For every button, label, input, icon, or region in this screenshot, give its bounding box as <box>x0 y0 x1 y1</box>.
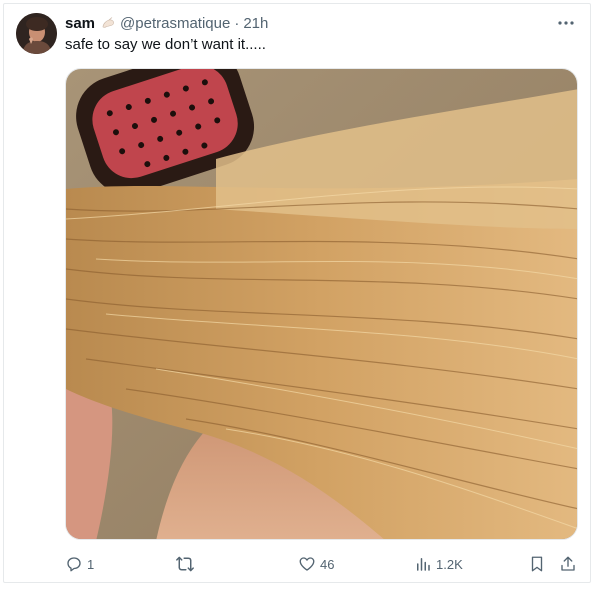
tweet-media-photo[interactable] <box>65 68 578 540</box>
avatar-image <box>16 13 57 54</box>
avatar[interactable] <box>16 13 57 54</box>
tweet-text: safe to say we don’t want it..... <box>65 36 266 53</box>
bookmark-icon <box>528 555 546 573</box>
share-icon <box>559 555 577 573</box>
timestamp[interactable]: 21h <box>243 14 268 33</box>
retweet-icon <box>175 555 195 573</box>
bar-chart-icon <box>414 555 432 573</box>
reply-icon <box>65 555 83 573</box>
tweet-header: sam @petrasmatique · 21h <box>65 14 268 33</box>
reply-count: 1 <box>87 556 95 572</box>
view-count: 1.2K <box>436 556 463 572</box>
hand-emoji-icon <box>101 16 116 31</box>
handle[interactable]: @petrasmatique <box>120 14 230 33</box>
bookmark-button[interactable] <box>528 552 546 576</box>
separator-dot: · <box>234 15 240 32</box>
heart-icon <box>298 555 316 573</box>
tweet-actions: 1 46 1.2K <box>65 552 578 576</box>
like-count: 46 <box>320 556 335 572</box>
retweet-button[interactable] <box>175 552 199 576</box>
more-options-icon[interactable] <box>557 14 575 32</box>
like-button[interactable]: 46 <box>298 552 334 576</box>
hair-brush-photo <box>66 69 577 539</box>
share-button[interactable] <box>559 552 577 576</box>
reply-button[interactable]: 1 <box>65 552 94 576</box>
display-name[interactable]: sam <box>65 14 95 33</box>
views-button[interactable]: 1.2K <box>414 552 463 576</box>
